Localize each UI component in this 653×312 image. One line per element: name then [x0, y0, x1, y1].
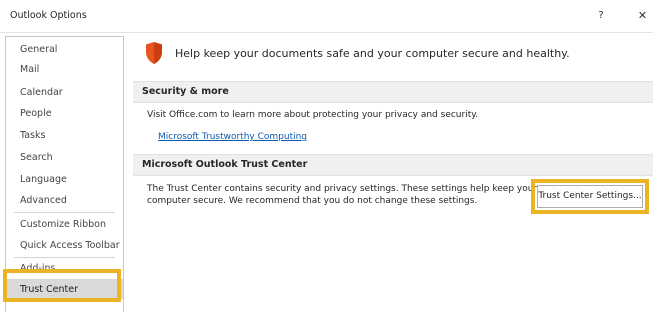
help-button[interactable]: ? [590, 6, 612, 26]
sidebar-item-label: Quick Access Toolbar [20, 240, 120, 251]
sidebar-item-general[interactable]: General [6, 39, 123, 59]
hero-text: Help keep your documents safe and your c… [175, 47, 570, 60]
sidebar-item-people[interactable]: People [6, 103, 123, 123]
sidebar-item-add-ins[interactable]: Add-ins [6, 258, 123, 278]
sidebar-item-language[interactable]: Language [6, 169, 123, 189]
sidebar-item-label: Mail [20, 64, 40, 75]
close-icon: ✕ [637, 9, 648, 22]
trustworthy-computing-link[interactable]: Microsoft Trustworthy Computing [158, 132, 307, 142]
close-button[interactable]: ✕ [632, 6, 653, 26]
sidebar-item-advanced[interactable]: Advanced [6, 190, 123, 210]
trust-center-description-line2: computer secure. We recommend that you d… [147, 196, 478, 206]
title-bar: Outlook Options ? ✕ [0, 0, 653, 33]
sidebar-nav: General Mail Calendar People Tasks Searc… [5, 36, 124, 312]
section-header-security: Security & more [133, 81, 653, 103]
sidebar-item-tasks[interactable]: Tasks [6, 125, 123, 145]
security-description: Visit Office.com to learn more about pro… [147, 110, 479, 120]
sidebar-item-label: Add-ins [20, 263, 56, 274]
section-header-trust-center: Microsoft Outlook Trust Center [133, 154, 653, 176]
trust-center-description-line1: The Trust Center contains security and p… [147, 184, 538, 194]
sidebar-item-quick-access-toolbar[interactable]: Quick Access Toolbar [6, 235, 123, 255]
sidebar-item-label: Customize Ribbon [20, 219, 107, 230]
sidebar-item-label: Language [20, 174, 67, 185]
sidebar-item-label: Advanced [20, 195, 67, 206]
shield-icon [146, 42, 162, 64]
sidebar-item-mail[interactable]: Mail [6, 59, 123, 79]
section-header-label: Security & more [142, 86, 229, 97]
sidebar-item-search[interactable]: Search [6, 147, 123, 167]
help-icon: ? [598, 10, 604, 21]
trust-center-settings-button[interactable]: Trust Center Settings... [537, 185, 643, 208]
sidebar-item-label: General [20, 44, 58, 55]
sidebar-item-label: People [20, 108, 52, 119]
sidebar-item-label: Tasks [20, 130, 46, 141]
section-header-label: Microsoft Outlook Trust Center [142, 159, 308, 170]
sidebar-divider [14, 212, 115, 213]
sidebar-item-calendar[interactable]: Calendar [6, 82, 123, 102]
sidebar-item-customize-ribbon[interactable]: Customize Ribbon [6, 214, 123, 234]
sidebar-item-label: Search [20, 152, 53, 163]
sidebar-item-label: Trust Center [20, 284, 79, 295]
sidebar-item-trust-center[interactable]: Trust Center [6, 279, 123, 299]
window-title: Outlook Options [10, 10, 87, 21]
sidebar-item-label: Calendar [20, 87, 63, 98]
